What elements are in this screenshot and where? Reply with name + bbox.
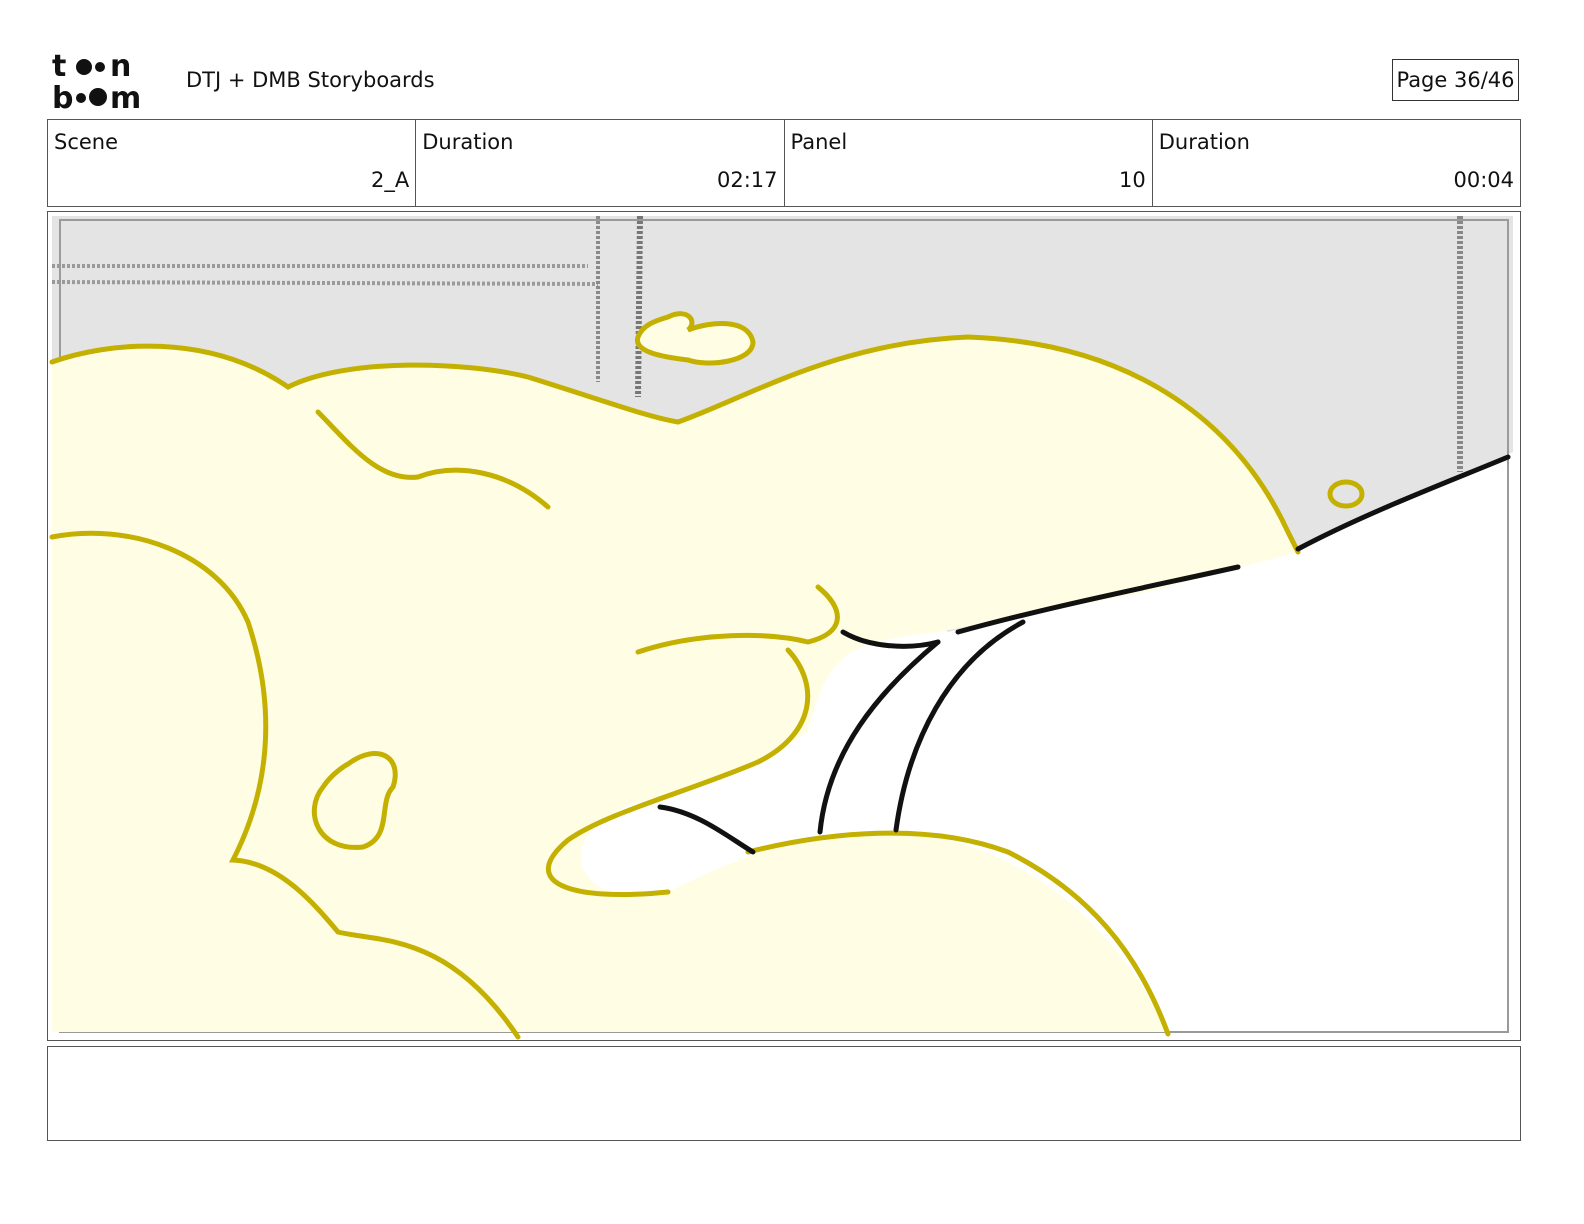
- storyboard-panel-image: [47, 211, 1521, 1041]
- document-title: DTJ + DMB Storyboards: [186, 68, 435, 92]
- panel-duration-cell: Duration 00:04: [1153, 120, 1520, 206]
- panel-label: Panel: [790, 130, 848, 154]
- panel-value: 10: [1119, 168, 1146, 192]
- svg-text:n: n: [110, 50, 131, 84]
- panel-duration-label: Duration: [1158, 130, 1250, 154]
- svg-text:m: m: [110, 81, 141, 112]
- ink-line: [657, 804, 756, 855]
- svg-text:t: t: [52, 50, 66, 84]
- scene-cell: Scene 2_A: [48, 120, 417, 206]
- panel-notes-box: [47, 1046, 1521, 1141]
- scene-value: 2_A: [371, 168, 410, 192]
- scene-duration-cell: Duration 02:17: [416, 120, 785, 206]
- page-indicator: Page 36/46: [1392, 59, 1519, 101]
- scene-duration-label: Duration: [422, 130, 514, 154]
- scene-label: Scene: [54, 130, 119, 154]
- panel-cell: Panel 10: [785, 120, 1153, 206]
- pillow-shape: [52, 337, 1298, 1032]
- scene-info-table: Scene 2_A Duration 02:17 Panel 10 Durati…: [47, 119, 1521, 207]
- scene-duration-value: 02:17: [716, 168, 778, 192]
- panel-duration-value: 00:04: [1453, 168, 1514, 192]
- panel-sketch: [49, 215, 1513, 1040]
- toon-boom-logo: t n b m: [50, 49, 162, 116]
- ink-line: [893, 619, 1026, 833]
- svg-text:b: b: [52, 81, 73, 112]
